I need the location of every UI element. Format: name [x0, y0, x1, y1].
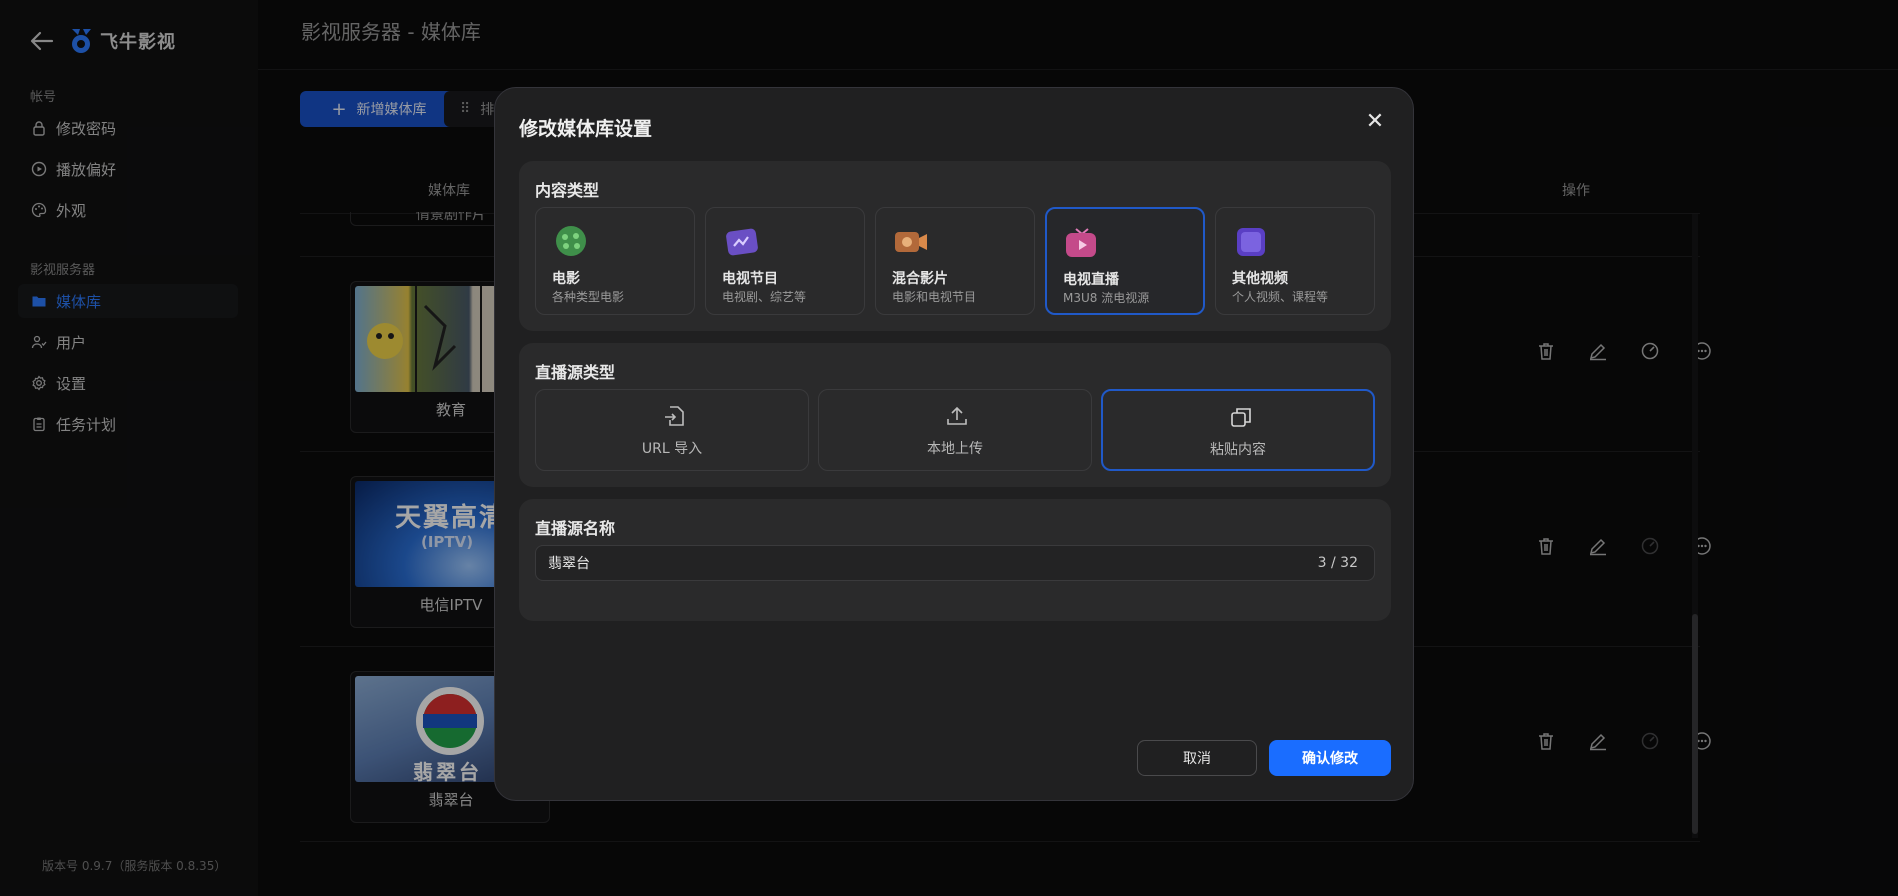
content-type-desc: 电视剧、综艺等: [722, 290, 807, 304]
source-name-title: 直播源名称: [535, 519, 616, 538]
camera-icon: [892, 224, 930, 258]
content-type-name: 混合影片: [892, 271, 948, 287]
content-type-name: 电视节目: [722, 271, 778, 287]
content-type-desc: 电影和电视节目: [892, 290, 977, 304]
movie-icon: [552, 224, 590, 258]
content-type-live-tv[interactable]: 电视直播 M3U8 流电视源: [1045, 207, 1205, 315]
content-type-name: 电影: [552, 271, 580, 287]
source-type-name: URL 导入: [641, 441, 703, 457]
content-type-title: 内容类型: [535, 181, 600, 200]
dialog-title: 修改媒体库设置: [519, 118, 653, 140]
content-type-tv-show[interactable]: 电视节目 电视剧、综艺等: [705, 207, 865, 315]
content-type-name: 电视直播: [1063, 272, 1119, 288]
source-type-paste[interactable]: 粘贴内容: [1101, 389, 1375, 471]
edit-library-dialog: 修改媒体库设置 ✕ 内容类型 电影 各种类型电影 电视节目 电视剧、综艺等 混合…: [494, 87, 1414, 801]
video-icon: [1232, 224, 1270, 258]
tv-show-icon: [722, 224, 760, 258]
content-type-mixed[interactable]: 混合影片 电影和电视节目: [875, 207, 1035, 315]
source-name-input[interactable]: [548, 546, 1248, 580]
char-counter: 3 / 32: [1317, 555, 1358, 571]
upload-icon: [945, 404, 969, 428]
content-type-panel: 内容类型 电影 各种类型电影 电视节目 电视剧、综艺等 混合影片 电影和电视节目…: [519, 161, 1391, 331]
content-type-desc: 个人视频、课程等: [1232, 290, 1329, 304]
content-type-desc: 各种类型电影: [552, 290, 625, 304]
import-icon: [662, 404, 686, 428]
source-type-local-upload[interactable]: 本地上传: [818, 389, 1092, 471]
cancel-button[interactable]: 取消: [1137, 740, 1257, 776]
confirm-button[interactable]: 确认修改: [1269, 740, 1391, 776]
source-type-panel: 直播源类型 URL 导入 本地上传 粘贴内容: [519, 343, 1391, 487]
source-type-name: 粘贴内容: [1210, 442, 1266, 458]
source-type-title: 直播源类型: [535, 363, 616, 382]
live-tv-icon: [1063, 225, 1101, 259]
source-name-panel: 直播源名称 3 / 32: [519, 499, 1391, 621]
content-type-desc: M3U8 流电视源: [1063, 291, 1150, 305]
source-name-field[interactable]: 3 / 32: [535, 545, 1375, 581]
source-type-name: 本地上传: [927, 441, 983, 457]
content-type-name: 其他视频: [1232, 271, 1288, 287]
content-type-other[interactable]: 其他视频 个人视频、课程等: [1215, 207, 1375, 315]
content-type-movie[interactable]: 电影 各种类型电影: [535, 207, 695, 315]
paste-icon: [1229, 405, 1253, 429]
source-type-url-import[interactable]: URL 导入: [535, 389, 809, 471]
close-icon[interactable]: ✕: [1363, 110, 1387, 134]
